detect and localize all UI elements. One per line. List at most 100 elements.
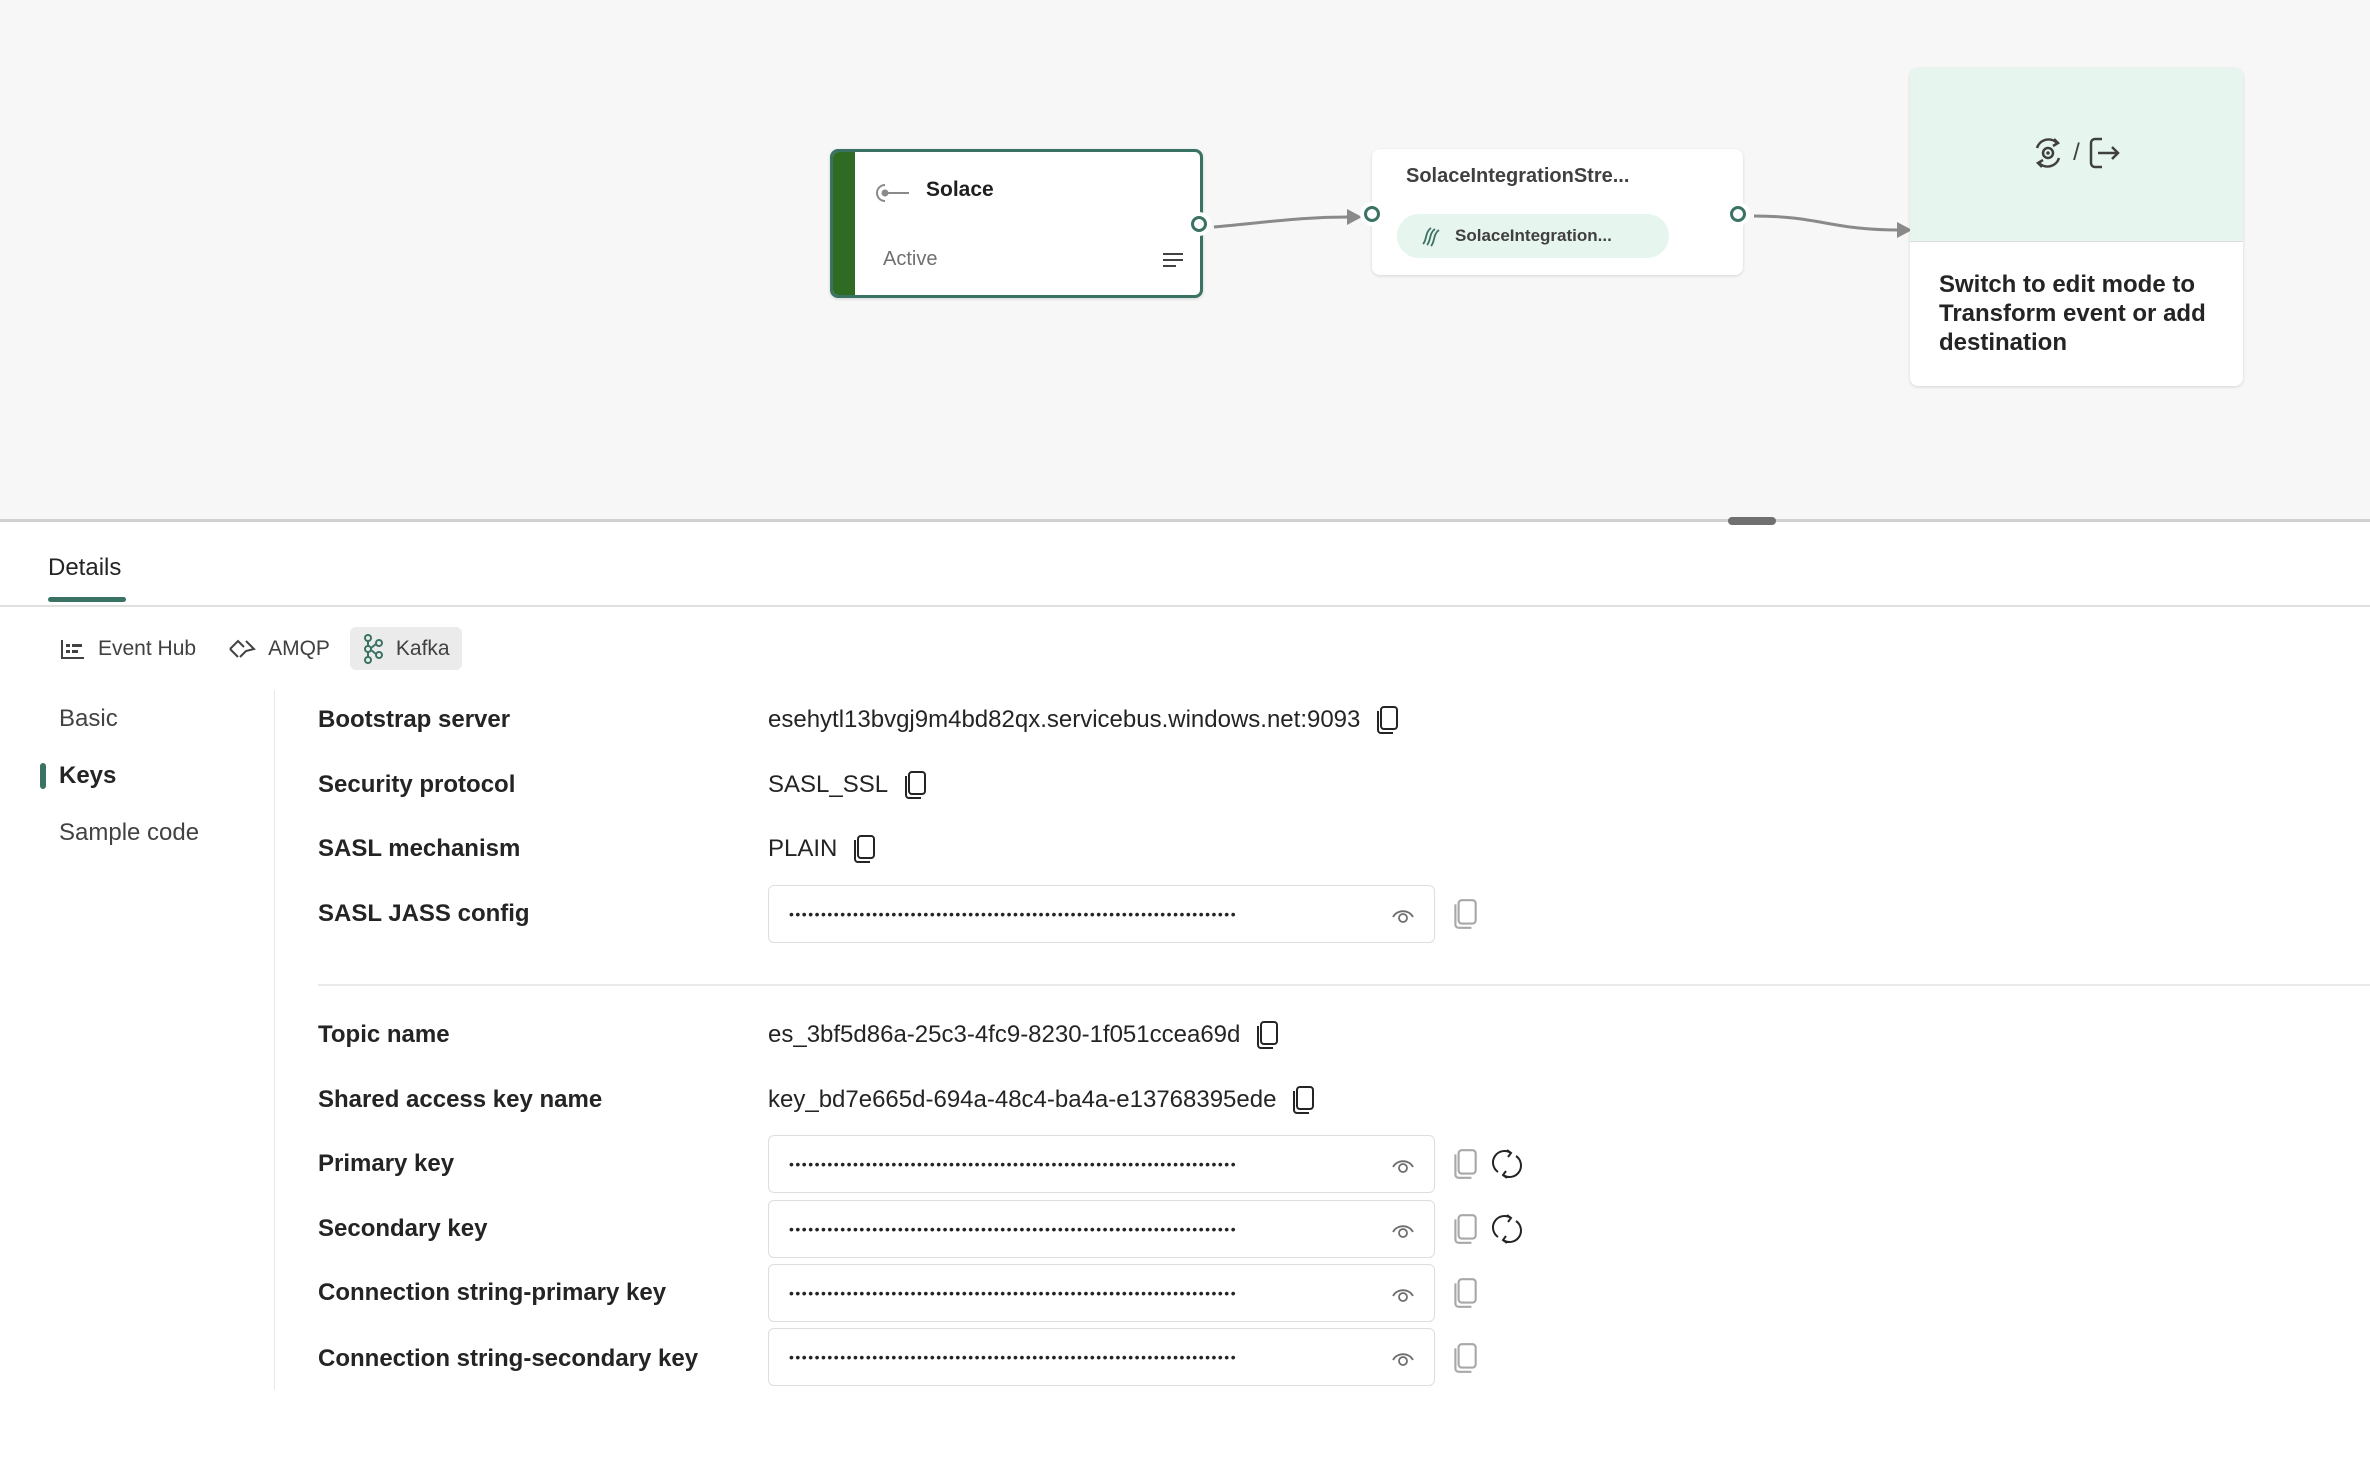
- protocol-amqp[interactable]: AMQP: [216, 627, 342, 670]
- destination-hint-text: Switch to edit mode to Transform event o…: [1939, 271, 2206, 356]
- nav-item-keys[interactable]: Keys: [0, 747, 275, 804]
- source-output-port[interactable]: [1191, 216, 1207, 232]
- field-secondary-key: Secondary key ••••••••••••••••••••••••••…: [318, 1199, 2370, 1259]
- lines-icon[interactable]: [1162, 251, 1184, 269]
- field-primary-key: Primary key ••••••••••••••••••••••••••••…: [318, 1134, 2370, 1194]
- field-label: Bootstrap server: [318, 706, 511, 733]
- stream-icon: [1422, 227, 1440, 247]
- field-connection-string-primary: Connection string-primary key ••••••••••…: [318, 1263, 2370, 1323]
- nav-active-indicator: [40, 763, 46, 789]
- field-label: SASL JASS config: [318, 900, 530, 927]
- field-label: Connection string-primary key: [318, 1279, 667, 1306]
- bootstrap-server-value: esehytl13bvgj9m4bd82qx.servicebus.window…: [768, 706, 1361, 733]
- protocol-amqp-label: AMQP: [268, 636, 330, 660]
- edge-source-to-stream: [1213, 215, 1351, 229]
- field-label: Connection string-secondary key: [318, 1345, 699, 1372]
- protocol-kafka[interactable]: Kafka: [349, 627, 462, 670]
- amqp-icon: [229, 639, 257, 658]
- field-sasl-jass-config: SASL JASS config •••••••••••••••••••••••…: [318, 884, 2370, 944]
- section-divider: [318, 984, 2370, 986]
- source-node-title: Solace: [926, 178, 994, 201]
- nav-item-basic[interactable]: Basic: [0, 690, 275, 747]
- source-plug-icon: [876, 184, 909, 202]
- eye-icon[interactable]: [1390, 1346, 1416, 1370]
- field-topic-name: Topic name es_3bf5d86a-25c3-4fc9-8230-1f…: [318, 1005, 2370, 1065]
- field-label: Shared access key name: [318, 1086, 603, 1113]
- regenerate-icon[interactable]: [1491, 1148, 1523, 1180]
- protocol-event-hub-label: Event Hub: [98, 636, 197, 660]
- copy-icon[interactable]: [1451, 1342, 1479, 1374]
- export-arrow-icon: [2089, 137, 2120, 169]
- copy-icon[interactable]: [1290, 1085, 1316, 1115]
- details-left-nav: Basic Keys Sample code: [0, 690, 275, 861]
- field-sasl-mechanism: SASL mechanism PLAIN: [318, 819, 2370, 879]
- keys-content: Bootstrap server esehytl13bvgj9m4bd82qx.…: [318, 690, 2370, 1390]
- topic-name-value: es_3bf5d86a-25c3-4fc9-8230-1f051ccea69d: [768, 1021, 1241, 1048]
- regenerate-icon[interactable]: [1491, 1213, 1523, 1245]
- security-protocol-value: SASL_SSL: [768, 771, 889, 798]
- stream-chip[interactable]: SolaceIntegration...: [1397, 214, 1669, 258]
- eye-icon[interactable]: [1390, 1282, 1416, 1306]
- copy-icon[interactable]: [1451, 1213, 1479, 1245]
- masked-value: ••••••••••••••••••••••••••••••••••••••••…: [789, 1285, 1238, 1301]
- connection-string-secondary-input[interactable]: ••••••••••••••••••••••••••••••••••••••••…: [768, 1328, 1435, 1386]
- protocol-event-hub[interactable]: Event Hub: [48, 627, 208, 670]
- sasl-jass-config-input[interactable]: ••••••••••••••••••••••••••••••••••••••••…: [768, 885, 1435, 943]
- source-node[interactable]: Solace Active: [830, 149, 1203, 298]
- nav-divider: [274, 690, 275, 1390]
- destination-icon-area: /: [1910, 68, 2243, 242]
- secondary-key-input[interactable]: ••••••••••••••••••••••••••••••••••••••••…: [768, 1200, 1435, 1258]
- kafka-icon: [363, 633, 383, 664]
- pipeline-canvas[interactable]: Solace Active SolaceIntegrationStre... S…: [0, 0, 2370, 521]
- edge-arrow-head: [1347, 209, 1362, 225]
- details-tabbar: Details: [0, 522, 2370, 607]
- tab-details[interactable]: Details: [48, 554, 121, 582]
- masked-value: ••••••••••••••••••••••••••••••••••••••••…: [789, 1221, 1238, 1237]
- stream-input-port[interactable]: [1364, 206, 1380, 222]
- transform-gear-icon: [2035, 138, 2061, 168]
- field-bootstrap-server: Bootstrap server esehytl13bvgj9m4bd82qx.…: [318, 690, 2370, 750]
- stream-chip-label: SolaceIntegration...: [1455, 226, 1612, 245]
- stream-output-port[interactable]: [1730, 206, 1746, 222]
- eye-icon[interactable]: [1390, 1153, 1416, 1177]
- stream-node-title: SolaceIntegrationStre...: [1406, 165, 1630, 187]
- source-status-stripe: [833, 152, 855, 295]
- masked-value: ••••••••••••••••••••••••••••••••••••••••…: [789, 1349, 1238, 1365]
- nav-item-sample-code[interactable]: Sample code: [0, 804, 275, 861]
- icon-separator: /: [2073, 139, 2080, 166]
- eye-icon[interactable]: [1390, 903, 1416, 927]
- connection-string-primary-input[interactable]: ••••••••••••••••••••••••••••••••••••••••…: [768, 1264, 1435, 1322]
- protocol-kafka-label: Kafka: [395, 636, 450, 660]
- field-security-protocol: Security protocol SASL_SSL: [318, 755, 2370, 815]
- field-label: Secondary key: [318, 1215, 488, 1242]
- tab-active-indicator: [48, 597, 126, 602]
- copy-icon[interactable]: [1451, 1277, 1479, 1309]
- masked-value: ••••••••••••••••••••••••••••••••••••••••…: [789, 906, 1238, 922]
- field-shared-access-key-name: Shared access key name key_bd7e665d-694a…: [318, 1070, 2370, 1130]
- copy-icon[interactable]: [1451, 1148, 1479, 1180]
- edge-stream-to-dest: [1753, 214, 1901, 232]
- source-node-status: Active: [883, 248, 938, 270]
- eye-icon[interactable]: [1390, 1218, 1416, 1242]
- copy-icon[interactable]: [1451, 898, 1479, 930]
- nav-item-label: Basic: [59, 705, 118, 732]
- event-hub-icon: [61, 639, 84, 659]
- field-label: SASL mechanism: [318, 835, 521, 862]
- field-connection-string-secondary: Connection string-secondary key ••••••••…: [318, 1328, 2370, 1388]
- copy-icon[interactable]: [851, 834, 877, 864]
- field-label: Security protocol: [318, 771, 516, 798]
- copy-icon[interactable]: [1254, 1020, 1280, 1050]
- protocol-switcher: Event Hub AMQP Kafka: [48, 627, 462, 670]
- stream-node[interactable]: SolaceIntegrationStre... SolaceIntegrati…: [1372, 149, 1743, 275]
- sasl-mechanism-value: PLAIN: [768, 835, 838, 862]
- field-label: Topic name: [318, 1021, 450, 1048]
- primary-key-input[interactable]: ••••••••••••••••••••••••••••••••••••••••…: [768, 1135, 1435, 1193]
- masked-value: ••••••••••••••••••••••••••••••••••••••••…: [789, 1156, 1238, 1172]
- copy-icon[interactable]: [1374, 705, 1400, 735]
- copy-icon[interactable]: [902, 770, 928, 800]
- shared-access-key-name-value: key_bd7e665d-694a-48c4-ba4a-e13768395ede: [768, 1086, 1277, 1113]
- nav-item-label: Sample code: [59, 819, 200, 846]
- nav-item-label: Keys: [59, 762, 117, 789]
- field-label: Primary key: [318, 1150, 455, 1177]
- destination-placeholder-node[interactable]: / Switch to edit mode to Transform event…: [1910, 68, 2243, 386]
